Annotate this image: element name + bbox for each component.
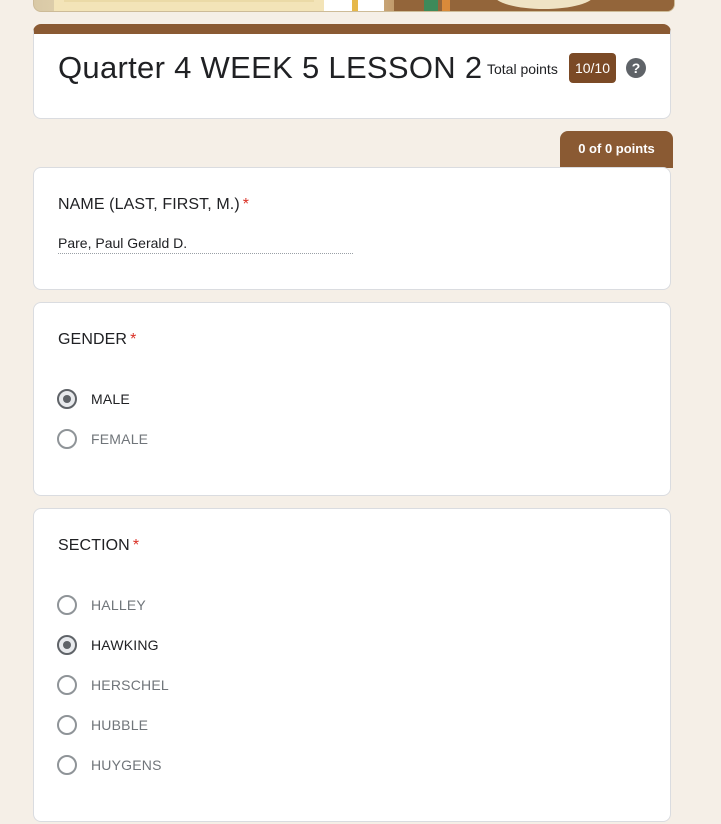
section-points-tab: 0 of 0 points xyxy=(560,131,673,168)
radio-button[interactable] xyxy=(57,715,77,735)
required-asterisk: * xyxy=(130,331,137,348)
radio-option-hawking[interactable]: HAWKING xyxy=(57,633,159,657)
radio-button[interactable] xyxy=(57,675,77,695)
help-icon[interactable]: ? xyxy=(626,58,646,78)
option-label: HUYGENS xyxy=(91,757,162,773)
radio-option-male[interactable]: MALE xyxy=(57,387,130,411)
option-label: FEMALE xyxy=(91,431,149,447)
question-title-text: SECTION xyxy=(58,537,130,554)
question-title: GENDER * xyxy=(58,331,136,349)
option-label: HERSCHEL xyxy=(91,677,169,693)
total-points-label: Total points xyxy=(487,61,558,77)
question-title-text: NAME (LAST, FIRST, M.) xyxy=(58,196,240,213)
total-points-badge: 10/10 xyxy=(569,53,616,83)
radio-option-herschel[interactable]: HERSCHEL xyxy=(57,673,169,697)
form-title-card: Quarter 4 WEEK 5 LESSON 2 Total points 1… xyxy=(33,24,671,119)
option-label: HALLEY xyxy=(91,597,146,613)
name-answer-field[interactable]: Pare, Paul Gerald D. xyxy=(58,235,353,254)
radio-button-selected[interactable] xyxy=(57,389,77,409)
option-label: HUBBLE xyxy=(91,717,149,733)
radio-dot xyxy=(63,641,71,649)
banner-illustration xyxy=(54,0,674,11)
required-asterisk: * xyxy=(242,196,250,213)
required-asterisk: * xyxy=(132,537,140,554)
question-card-name: NAME (LAST, FIRST, M.) * Pare, Paul Geral… xyxy=(33,167,671,290)
form-title: Quarter 4 WEEK 5 LESSON 2 xyxy=(58,50,483,85)
question-card-section: SECTION * HALLEY HAWKING HERSCHEL HUBBLE … xyxy=(33,508,671,822)
radio-button-selected[interactable] xyxy=(57,635,77,655)
option-label: HAWKING xyxy=(91,637,159,653)
question-card-gender: GENDER * MALE FEMALE xyxy=(33,302,671,496)
radio-button[interactable] xyxy=(57,755,77,775)
question-title: SECTION * xyxy=(58,537,139,555)
radio-option-female[interactable]: FEMALE xyxy=(57,427,148,451)
radio-option-hubble[interactable]: HUBBLE xyxy=(57,713,148,737)
radio-button[interactable] xyxy=(57,429,77,449)
option-label: MALE xyxy=(91,391,130,407)
question-title-text: GENDER xyxy=(58,331,128,348)
radio-button[interactable] xyxy=(57,595,77,615)
radio-option-halley[interactable]: HALLEY xyxy=(57,593,146,617)
radio-option-huygens[interactable]: HUYGENS xyxy=(57,753,162,777)
question-title: NAME (LAST, FIRST, M.) * xyxy=(58,196,249,214)
radio-dot xyxy=(63,395,71,403)
header-banner-image xyxy=(33,0,675,12)
